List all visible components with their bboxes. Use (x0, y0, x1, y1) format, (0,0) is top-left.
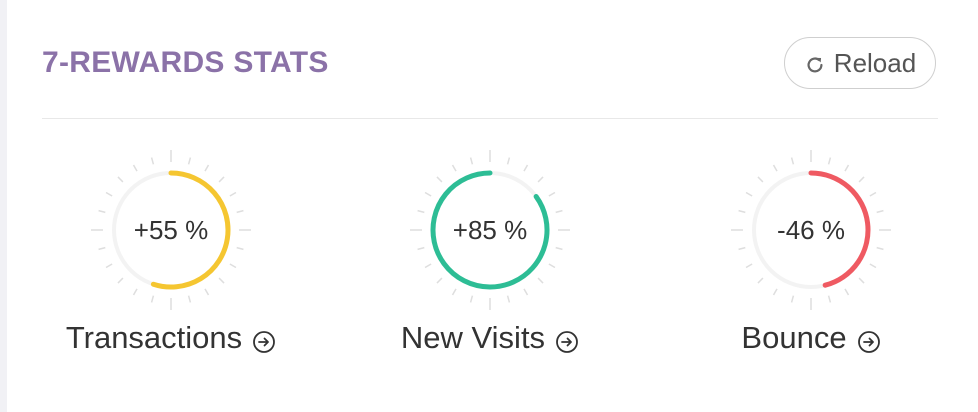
header-divider (42, 118, 938, 119)
arrow-circle-right-icon (555, 326, 579, 353)
bounce-label: Bounce (741, 320, 847, 355)
rewards-stats-card: 7-REWARDS STATS Reload +55 % Transaction… (42, 0, 938, 412)
card-title: 7-REWARDS STATS (42, 46, 329, 79)
transactions-link[interactable]: Transactions (51, 320, 291, 356)
refresh-icon (804, 52, 826, 74)
left-edge-strip (0, 0, 7, 412)
stat-bounce: -46 % Bounce (691, 150, 931, 370)
new-visits-gauge: +85 % (410, 150, 570, 310)
arrow-circle-right-icon (252, 326, 276, 353)
transactions-label: Transactions (65, 320, 243, 355)
reload-button[interactable]: Reload (784, 37, 936, 89)
new-visits-value: +85 % (452, 214, 528, 245)
bounce-link[interactable]: Bounce (691, 320, 931, 356)
new-visits-label: New Visits (400, 320, 546, 355)
bounce-gauge: -46 % (731, 150, 891, 310)
arrow-circle-right-icon (857, 326, 881, 353)
stat-transactions: +55 % Transactions (51, 150, 291, 370)
transactions-gauge: +55 % (91, 150, 251, 310)
reload-label: Reload (833, 47, 917, 78)
transactions-value: +55 % (133, 214, 209, 245)
bounce-value: -46 % (777, 214, 845, 245)
stat-new-visits: +85 % New Visits (370, 150, 610, 370)
new-visits-link[interactable]: New Visits (370, 320, 610, 356)
